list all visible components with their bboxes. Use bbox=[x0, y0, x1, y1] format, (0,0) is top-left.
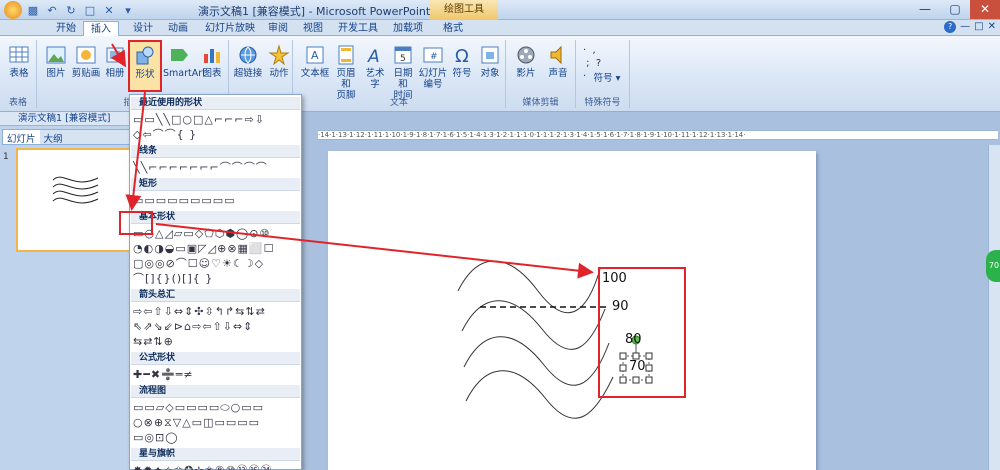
annotation-arrows bbox=[110, 43, 594, 279]
